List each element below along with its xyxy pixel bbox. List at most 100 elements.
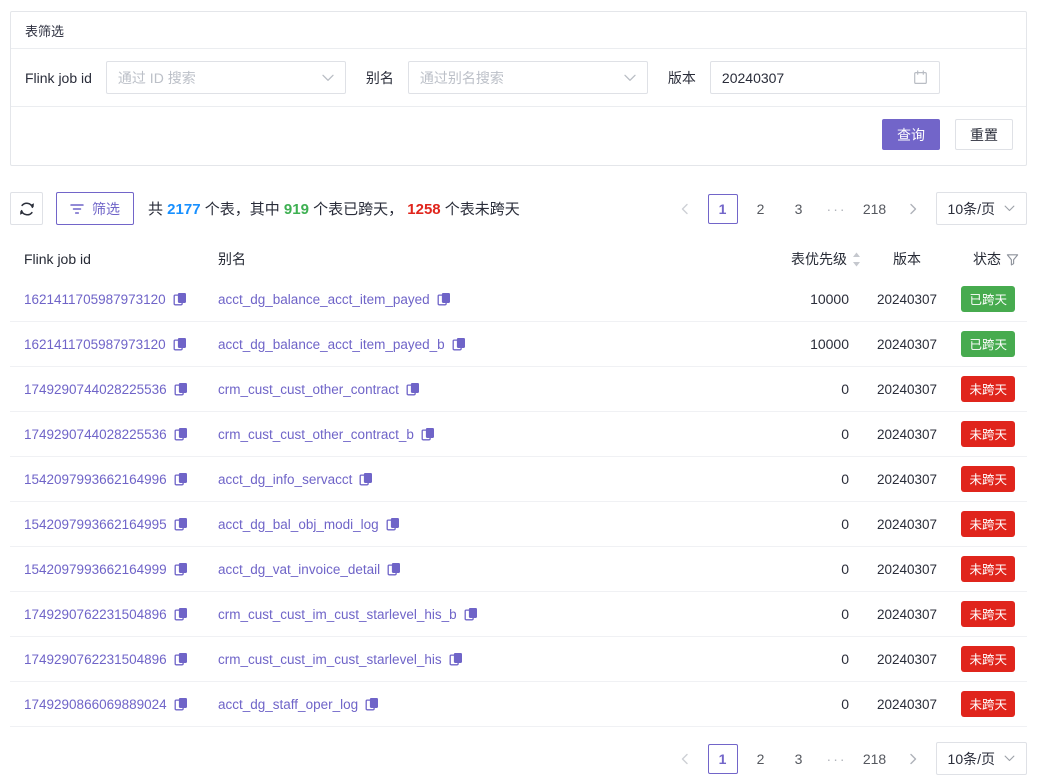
status-badge: 未跨天 xyxy=(961,601,1015,627)
query-button[interactable]: 查询 xyxy=(882,119,940,150)
filter-button[interactable]: 筛选 xyxy=(56,192,134,225)
version-cell: 20240307 xyxy=(861,697,953,712)
priority-cell: 0 xyxy=(731,651,861,667)
next-page-button[interactable] xyxy=(898,744,928,774)
page-ellipsis[interactable]: ··· xyxy=(822,194,852,224)
priority-cell: 10000 xyxy=(731,291,861,307)
prev-page-button[interactable] xyxy=(670,744,700,774)
copy-icon[interactable] xyxy=(406,382,420,396)
copy-icon[interactable] xyxy=(174,652,188,666)
copy-icon[interactable] xyxy=(173,292,187,306)
alias-link[interactable]: crm_cust_cust_other_contract_b xyxy=(218,427,414,442)
copy-icon[interactable] xyxy=(174,697,188,711)
copy-icon[interactable] xyxy=(437,292,451,306)
priority-cell: 0 xyxy=(731,696,861,712)
next-page-button[interactable] xyxy=(898,194,928,224)
flink-job-id-link[interactable]: 1749290866069889024 xyxy=(24,697,167,712)
copy-icon[interactable] xyxy=(174,472,188,486)
status-badge: 未跨天 xyxy=(961,376,1015,402)
pagination-bottom: 1 2 3 ··· 218 10条/页 xyxy=(670,742,1027,775)
status-badge: 未跨天 xyxy=(961,691,1015,717)
priority-cell: 0 xyxy=(731,471,861,487)
filter-actions-row: 查询 重置 xyxy=(11,107,1026,165)
status-cell: 未跨天 xyxy=(953,376,1027,402)
flink-job-id-link[interactable]: 1749290744028225536 xyxy=(24,382,167,397)
pagination-top: 1 2 3 ··· 218 10条/页 xyxy=(670,192,1027,225)
page-button-2[interactable]: 2 xyxy=(746,194,776,224)
priority-cell: 10000 xyxy=(731,336,861,352)
copy-icon[interactable] xyxy=(173,337,187,351)
column-header-status[interactable]: 状态 xyxy=(953,249,1027,269)
version-cell: 20240307 xyxy=(861,337,953,352)
alias-link[interactable]: acct_dg_staff_oper_log xyxy=(218,697,358,712)
flink-job-id-link[interactable]: 1542097993662164999 xyxy=(24,562,167,577)
alias-link[interactable]: acct_dg_balance_acct_item_payed_b xyxy=(218,337,445,352)
chevron-down-icon xyxy=(322,74,334,82)
filter-funnel-icon[interactable] xyxy=(1006,253,1019,266)
filter-card-title: 表筛选 xyxy=(11,12,1026,49)
flink-job-id-link[interactable]: 1749290762231504896 xyxy=(24,607,167,622)
column-header-priority[interactable]: 表优先级 xyxy=(731,249,861,269)
page-size-select[interactable]: 10条/页 xyxy=(936,192,1027,225)
copy-icon[interactable] xyxy=(174,427,188,441)
copy-icon[interactable] xyxy=(365,697,379,711)
table-row: 1749290762231504896 crm_cust_cust_im_cus… xyxy=(10,637,1027,682)
flink-job-id-label: Flink job id xyxy=(25,70,92,86)
table-row: 1749290762231504896 crm_cust_cust_im_cus… xyxy=(10,592,1027,637)
copy-icon[interactable] xyxy=(174,562,188,576)
status-cell: 未跨天 xyxy=(953,601,1027,627)
page-button-218[interactable]: 218 xyxy=(860,194,890,224)
page-button-1[interactable]: 1 xyxy=(708,194,738,224)
calendar-icon xyxy=(913,70,928,85)
copy-icon[interactable] xyxy=(174,607,188,621)
flink-job-id-link[interactable]: 1542097993662164996 xyxy=(24,472,167,487)
copy-icon[interactable] xyxy=(387,562,401,576)
version-cell: 20240307 xyxy=(861,382,953,397)
page-button-1[interactable]: 1 xyxy=(708,744,738,774)
copy-icon[interactable] xyxy=(421,427,435,441)
copy-icon[interactable] xyxy=(386,517,400,531)
copy-icon[interactable] xyxy=(464,607,478,621)
sort-icon[interactable] xyxy=(852,252,861,267)
refresh-button[interactable] xyxy=(10,192,43,225)
flink-job-id-link[interactable]: 1749290744028225536 xyxy=(24,427,167,442)
page-size-select[interactable]: 10条/页 xyxy=(936,742,1027,775)
flink-job-id-link[interactable]: 1621411705987973120 xyxy=(24,292,166,307)
page-button-3[interactable]: 3 xyxy=(784,194,814,224)
version-cell: 20240307 xyxy=(861,607,953,622)
column-header-flink-job-id: Flink job id xyxy=(10,251,218,267)
alias-link[interactable]: acct_dg_info_servacct xyxy=(218,472,352,487)
page-button-2[interactable]: 2 xyxy=(746,744,776,774)
copy-icon[interactable] xyxy=(452,337,466,351)
flink-job-id-link[interactable]: 1542097993662164995 xyxy=(24,517,167,532)
status-badge: 未跨天 xyxy=(961,646,1015,672)
status-badge: 已跨天 xyxy=(961,331,1015,357)
alias-link[interactable]: acct_dg_balance_acct_item_payed xyxy=(218,292,430,307)
flink-job-id-link[interactable]: 1749290762231504896 xyxy=(24,652,167,667)
chevron-down-icon xyxy=(1004,205,1015,212)
prev-page-button[interactable] xyxy=(670,194,700,224)
copy-icon[interactable] xyxy=(449,652,463,666)
copy-icon[interactable] xyxy=(174,517,188,531)
page-button-3[interactable]: 3 xyxy=(784,744,814,774)
copy-icon[interactable] xyxy=(359,472,373,486)
alias-link[interactable]: crm_cust_cust_im_cust_starlevel_his xyxy=(218,652,442,667)
flink-job-id-placeholder: 通过 ID 搜索 xyxy=(118,68,322,88)
page-ellipsis[interactable]: ··· xyxy=(822,744,852,774)
flink-job-id-link[interactable]: 1621411705987973120 xyxy=(24,337,166,352)
page-button-218[interactable]: 218 xyxy=(860,744,890,774)
reset-button[interactable]: 重置 xyxy=(955,119,1013,150)
priority-cell: 0 xyxy=(731,516,861,532)
alias-link[interactable]: crm_cust_cust_other_contract xyxy=(218,382,399,397)
alias-link[interactable]: acct_dg_bal_obj_modi_log xyxy=(218,517,379,532)
copy-icon[interactable] xyxy=(174,382,188,396)
alias-link[interactable]: acct_dg_vat_invoice_detail xyxy=(218,562,380,577)
total-count: 2177 xyxy=(167,201,200,218)
alias-select[interactable]: 通过别名搜索 xyxy=(408,61,648,94)
alias-link[interactable]: crm_cust_cust_im_cust_starlevel_his_b xyxy=(218,607,457,622)
status-badge: 未跨天 xyxy=(961,466,1015,492)
version-date-input[interactable]: 20240307 xyxy=(710,61,940,94)
status-cell: 未跨天 xyxy=(953,466,1027,492)
flink-job-id-select[interactable]: 通过 ID 搜索 xyxy=(106,61,346,94)
status-cell: 已跨天 xyxy=(953,331,1027,357)
